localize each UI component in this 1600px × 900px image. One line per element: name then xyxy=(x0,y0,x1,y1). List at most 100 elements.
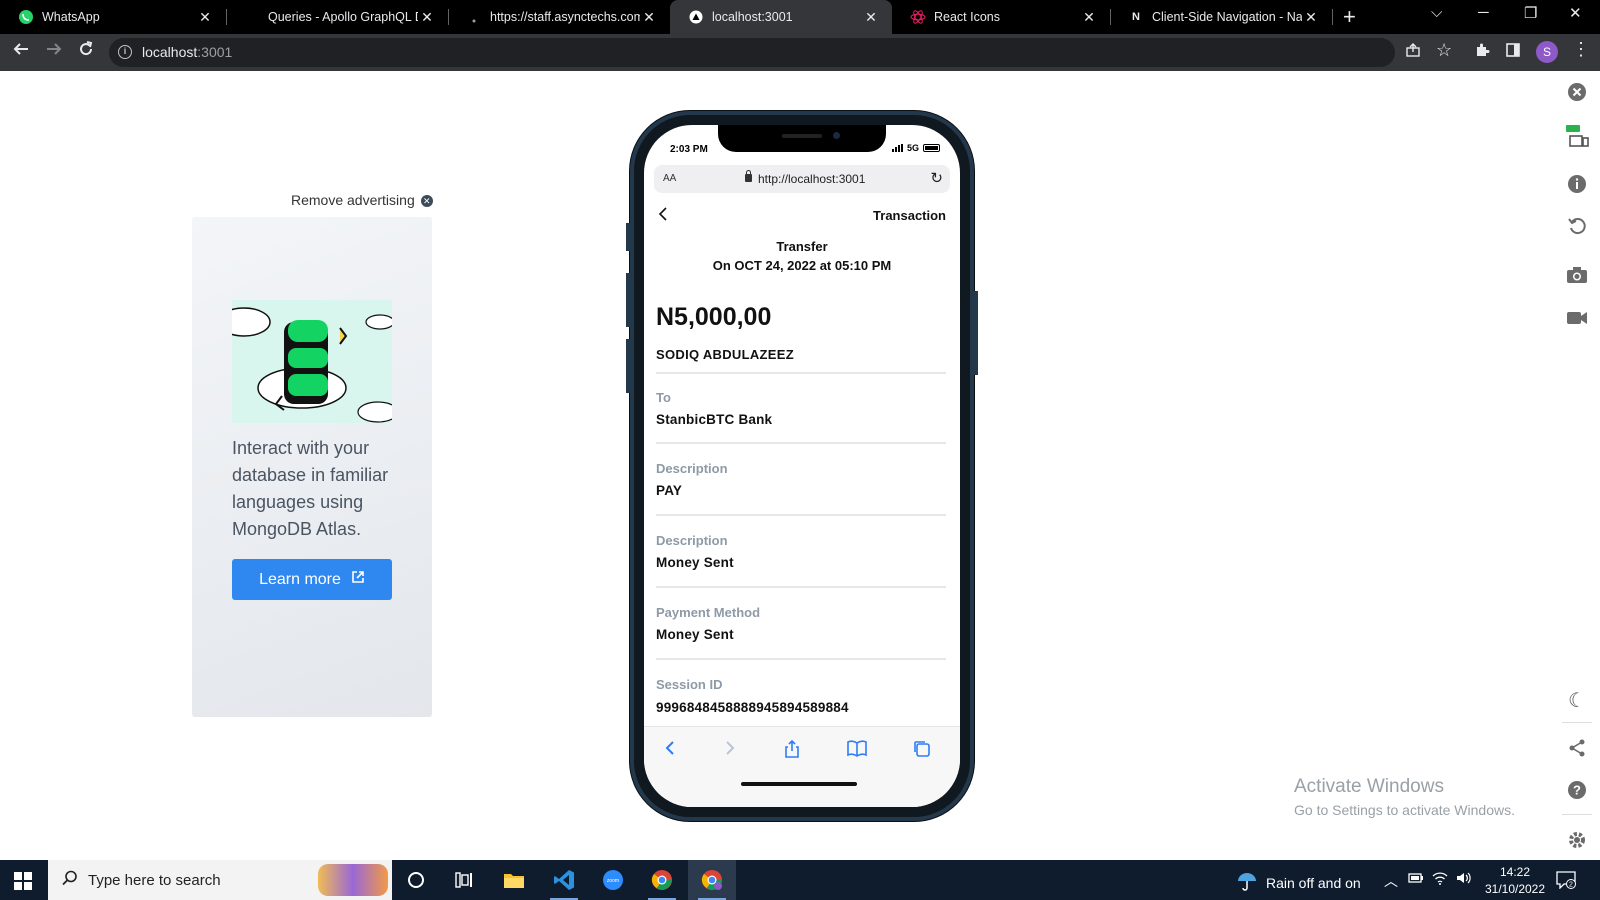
close-tab-icon[interactable]: ✕ xyxy=(640,9,658,26)
chrome-icon[interactable] xyxy=(638,860,686,900)
wifi-icon[interactable] xyxy=(1432,871,1448,888)
site-info-icon[interactable]: i xyxy=(118,45,132,59)
rain-umbrella-icon xyxy=(1236,871,1258,894)
react-icon xyxy=(910,9,926,25)
video-icon[interactable] xyxy=(1562,310,1592,331)
restore-button[interactable]: ❐ xyxy=(1524,4,1537,22)
activate-windows-title: Activate Windows xyxy=(1294,776,1444,797)
camera-icon[interactable] xyxy=(1562,266,1592,289)
reload-button[interactable] xyxy=(77,40,95,64)
settings-gear-icon[interactable] xyxy=(1562,830,1592,855)
share-icon[interactable] xyxy=(783,739,801,765)
tab-react-icons[interactable]: React Icons ✕ xyxy=(892,0,1110,34)
file-explorer-icon[interactable] xyxy=(490,860,538,900)
new-tab-button[interactable]: + xyxy=(1343,4,1356,30)
field-value: 9996848458888945894589884 xyxy=(656,700,849,715)
taskbar-search[interactable]: Type here to search xyxy=(48,860,392,900)
chrome-profile-icon[interactable] xyxy=(688,860,736,900)
field-label: Payment Method xyxy=(656,605,761,620)
reader-aa-button[interactable]: AA xyxy=(663,173,676,184)
tab-localhost[interactable]: localhost:3001 ✕ xyxy=(670,0,892,34)
field-label: Session ID xyxy=(656,677,723,692)
search-highlight-image xyxy=(318,864,388,896)
close-tab-icon[interactable]: ✕ xyxy=(1080,9,1098,26)
volume-icon[interactable] xyxy=(1456,871,1472,888)
status-time: 2:03 PM xyxy=(670,144,708,155)
signal-icon xyxy=(891,144,903,152)
close-tab-icon[interactable]: ✕ xyxy=(1302,9,1320,26)
learn-more-button[interactable]: Learn more xyxy=(232,559,392,600)
extensions-icon[interactable] xyxy=(1474,42,1490,63)
close-tab-icon[interactable]: ✕ xyxy=(862,9,880,26)
rotate-icon[interactable] xyxy=(1562,216,1592,241)
profile-avatar[interactable]: S xyxy=(1536,41,1558,63)
minimize-button[interactable]: ─ xyxy=(1478,4,1489,21)
transaction-amount: N5,000,00 xyxy=(656,303,772,331)
tab-search-icon[interactable]: ⌵ xyxy=(1431,4,1442,21)
field-value: Money Sent xyxy=(656,555,734,570)
menu-icon[interactable]: ⋮ xyxy=(1572,39,1590,60)
svg-text:zoom: zoom xyxy=(607,878,619,884)
divider xyxy=(656,586,946,588)
close-tab-icon[interactable]: ✕ xyxy=(418,9,436,26)
battery-tray-icon[interactable] xyxy=(1408,871,1424,887)
close-tab-icon[interactable]: ✕ xyxy=(196,9,214,26)
help-icon[interactable]: ? xyxy=(1562,780,1592,805)
address-url[interactable]: localhost:3001 xyxy=(142,44,232,60)
account-name: SODIQ ABDULAZEEZ xyxy=(656,347,794,362)
back-button[interactable] xyxy=(12,40,30,64)
field-value: Money Sent xyxy=(656,627,734,642)
remove-advertising-link[interactable]: Remove advertising ✕ xyxy=(291,192,433,208)
close-circle-icon[interactable] xyxy=(1562,82,1592,107)
safari-bottom-toolbar xyxy=(644,726,960,807)
start-windows-icon[interactable] xyxy=(14,872,32,890)
new-device-icon[interactable] xyxy=(1562,124,1592,155)
tab-apollo[interactable]: Queries - Apollo GraphQL Do ✕ xyxy=(226,0,448,34)
tabs-overview-icon[interactable] xyxy=(912,739,932,765)
tab-staff-asynctechs[interactable]: https://staff.asynctechs.com/ ✕ xyxy=(448,0,670,34)
notification-center-icon[interactable]: 2 xyxy=(1556,871,1576,894)
apollo-icon xyxy=(244,9,260,25)
tab-nextjs[interactable]: N Client-Side Navigation - Navi ✕ xyxy=(1110,0,1332,34)
forward-button[interactable] xyxy=(45,40,63,64)
task-view-icon[interactable] xyxy=(440,860,488,900)
safari-url[interactable]: http://localhost:3001 xyxy=(758,172,865,186)
show-hidden-icons-chevron[interactable]: ︿ xyxy=(1384,871,1398,891)
safari-address-bar[interactable]: AA http://localhost:3001 ↻ xyxy=(654,165,950,193)
tab-whatsapp[interactable]: WhatsApp ✕ xyxy=(0,0,226,34)
close-window-button[interactable]: ✕ xyxy=(1569,4,1582,22)
ad-text: Interact with your database in familiar … xyxy=(232,438,389,539)
cortana-icon[interactable] xyxy=(392,860,440,900)
zoom-icon[interactable]: zoom xyxy=(589,860,637,900)
close-circle-icon: ✕ xyxy=(420,195,433,208)
weather-widget[interactable]: Rain off and on xyxy=(1236,871,1361,894)
address-bar[interactable]: i localhost:3001 xyxy=(109,38,1395,67)
divider xyxy=(656,514,946,516)
share-icon[interactable] xyxy=(1405,42,1421,63)
safari-forward-icon[interactable] xyxy=(724,739,736,763)
lock-icon xyxy=(745,170,752,182)
field-label: Description xyxy=(656,533,728,548)
safari-reload-icon[interactable]: ↻ xyxy=(930,169,943,187)
activate-windows-subtitle: Go to Settings to activate Windows. xyxy=(1294,802,1515,818)
share-nodes-icon[interactable] xyxy=(1562,738,1592,763)
vercel-icon xyxy=(688,9,704,25)
taskbar-clock[interactable]: 14:22 31/10/2022 xyxy=(1480,864,1550,898)
status-indicators: 5G xyxy=(891,143,940,153)
dark-mode-moon-icon[interactable]: ☾ xyxy=(1562,688,1592,713)
safari-back-icon[interactable] xyxy=(664,739,676,763)
bookmarks-book-icon[interactable] xyxy=(846,739,868,763)
iphone-frame: 2:03 PM 5G AA http://localhost:3001 ↻ Tr… xyxy=(626,111,978,821)
ad-illustration xyxy=(232,300,392,423)
divider xyxy=(656,372,946,374)
vscode-icon[interactable] xyxy=(540,860,588,900)
svg-text:2: 2 xyxy=(1569,882,1573,889)
divider xyxy=(656,442,946,444)
side-panel-icon[interactable] xyxy=(1505,42,1521,63)
info-icon[interactable] xyxy=(1562,174,1592,199)
back-chevron-icon[interactable] xyxy=(658,205,668,226)
page-title: Transaction xyxy=(873,208,946,223)
nextjs-icon: N xyxy=(1132,11,1140,23)
browser-toolbar: i localhost:3001 ☆ S ⋮ xyxy=(0,34,1600,71)
bookmark-star-icon[interactable]: ☆ xyxy=(1436,40,1452,61)
